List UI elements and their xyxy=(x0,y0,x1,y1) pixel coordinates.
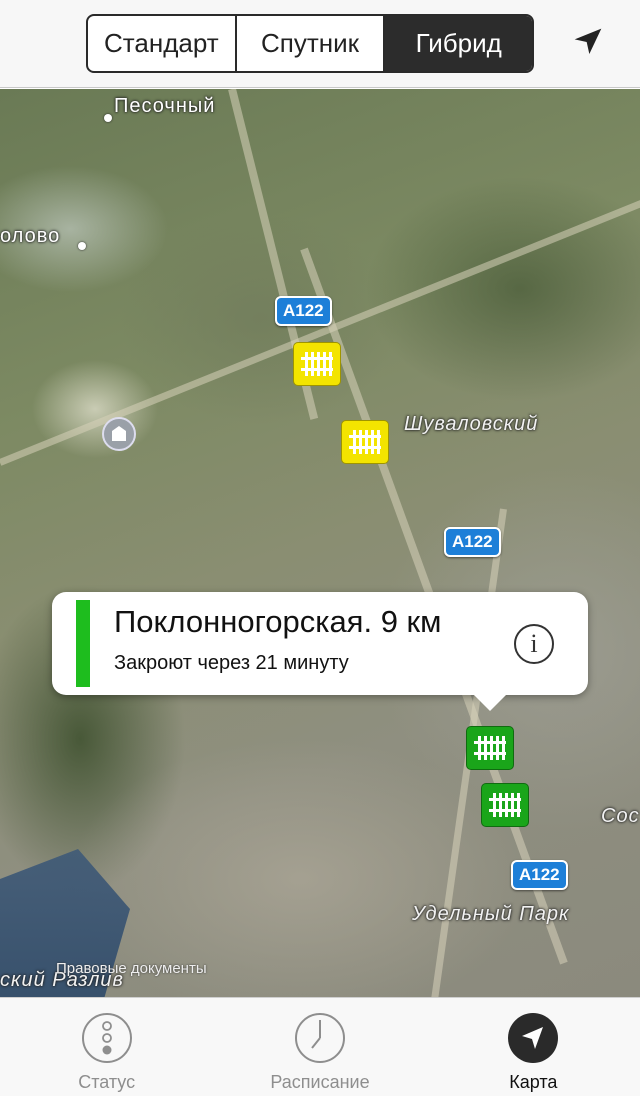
crossing-callout[interactable]: Поклонногорская. 9 км Закроют через 21 м… xyxy=(52,592,588,711)
tab-status[interactable]: Статус xyxy=(0,998,213,1096)
map-road xyxy=(0,197,640,466)
label-sos: Сос xyxy=(601,805,640,827)
railway-crossing-icon xyxy=(349,430,381,454)
railway-crossing-icon xyxy=(301,352,333,376)
tab-schedule[interactable]: Расписание xyxy=(213,998,426,1096)
tab-schedule-label: Расписание xyxy=(270,1072,370,1092)
legal-link[interactable]: Правовые документы xyxy=(56,960,207,977)
segment-satellite[interactable]: Спутник xyxy=(237,16,386,71)
landmark-poi-icon[interactable] xyxy=(102,417,136,451)
road-shield: A122 xyxy=(511,860,568,890)
label-pesochny: Песочный xyxy=(114,95,216,117)
segment-hybrid[interactable]: Гибрид xyxy=(385,16,532,71)
callout-subtitle: Закроют через 21 минуту xyxy=(114,652,349,674)
map-type-segmented-control: Стандарт Спутник Гибрид xyxy=(86,14,534,73)
map-view[interactable]: Песочный олово Шуваловский Удельный Парк… xyxy=(0,89,640,997)
tab-map[interactable]: Карта xyxy=(427,998,640,1096)
location-arrow-icon xyxy=(508,1013,559,1063)
railway-crossing-pin[interactable] xyxy=(481,783,529,827)
label-olovo: олово xyxy=(0,225,61,247)
railway-crossing-pin[interactable] xyxy=(466,726,514,770)
road-shield: A122 xyxy=(444,527,501,557)
callout-title: Поклонногорская. 9 км xyxy=(114,604,442,639)
tab-status-label: Статус xyxy=(78,1072,136,1092)
railway-crossing-icon xyxy=(474,736,506,760)
traffic-light-icon xyxy=(81,1013,132,1063)
status-indicator-bar xyxy=(76,600,90,687)
road-shield: A122 xyxy=(275,296,332,326)
label-shuvalovsky: Шуваловский xyxy=(404,413,539,435)
segment-standard[interactable]: Стандарт xyxy=(88,16,237,71)
info-button[interactable]: i xyxy=(514,624,554,664)
clock-icon xyxy=(294,1013,345,1063)
railway-crossing-pin[interactable] xyxy=(341,420,389,464)
location-arrow-icon[interactable] xyxy=(572,26,604,58)
railway-crossing-pin[interactable] xyxy=(293,342,341,386)
label-udelny-park: Удельный Парк xyxy=(412,903,570,925)
top-bar: Стандарт Спутник Гибрид xyxy=(0,0,640,88)
tab-map-label: Карта xyxy=(509,1072,558,1092)
place-dot xyxy=(104,114,112,122)
railway-crossing-icon xyxy=(489,793,521,817)
tab-bar: Статус Расписание Карта xyxy=(0,997,640,1096)
place-dot xyxy=(78,242,86,250)
